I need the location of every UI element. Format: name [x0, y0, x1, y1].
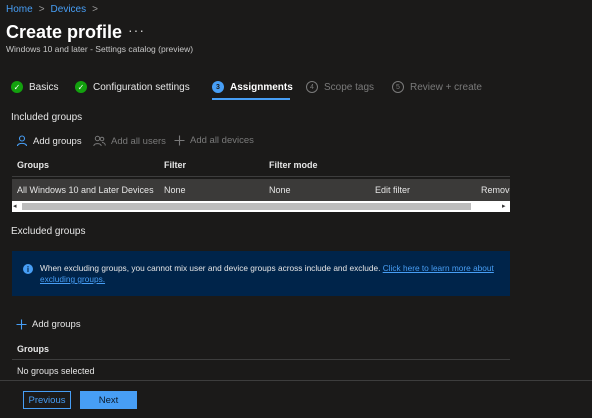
- excluded-groups-heading: Excluded groups: [11, 226, 86, 237]
- step-label: Configuration settings: [93, 81, 190, 93]
- column-header-groups: Groups: [17, 160, 50, 170]
- step-assignments[interactable]: 3 Assignments: [212, 81, 293, 93]
- breadcrumb-separator: >: [38, 4, 45, 15]
- step-number-icon: 5: [392, 81, 404, 93]
- add-groups-button[interactable]: Add groups: [16, 135, 82, 147]
- add-excluded-groups-button[interactable]: Add groups: [16, 319, 81, 330]
- column-header-filter-mode: Filter mode: [269, 160, 318, 170]
- add-all-users-button[interactable]: Add all users: [93, 135, 166, 147]
- scrollbar-thumb[interactable]: [22, 203, 471, 210]
- page-title: Create profile: [6, 22, 123, 42]
- add-all-devices-label: Add all devices: [190, 135, 254, 146]
- group-name-cell: All Windows 10 and Later Devices: [17, 185, 154, 195]
- people-icon: [93, 135, 106, 147]
- step-scope-tags[interactable]: 4 Scope tags: [306, 81, 374, 93]
- step-number-icon: 3: [212, 81, 224, 93]
- next-button[interactable]: Next: [80, 391, 137, 409]
- edit-filter-link[interactable]: Edit filter: [375, 185, 410, 195]
- step-number-icon: 4: [306, 81, 318, 93]
- breadcrumb-devices[interactable]: Devices: [51, 4, 87, 15]
- check-icon: ✓: [75, 81, 87, 93]
- step-label: Review + create: [410, 81, 482, 93]
- add-all-devices-button[interactable]: Add all devices: [174, 135, 254, 146]
- person-icon: [16, 135, 28, 147]
- step-basics[interactable]: ✓ Basics: [11, 81, 58, 93]
- info-message: When excluding groups, you cannot mix us…: [40, 263, 381, 273]
- info-icon: i: [23, 264, 33, 274]
- more-options-button[interactable]: ···: [128, 22, 145, 38]
- scroll-left-icon[interactable]: ◂: [13, 202, 17, 210]
- step-configuration-settings[interactable]: ✓ Configuration settings: [75, 81, 190, 93]
- column-header-filter: Filter: [164, 160, 187, 170]
- page-subtitle: Windows 10 and later - Settings catalog …: [6, 44, 194, 54]
- breadcrumb-separator: >: [92, 4, 98, 15]
- step-label: Scope tags: [324, 81, 375, 93]
- filter-cell: None: [164, 185, 186, 195]
- column-header-groups: Groups: [17, 344, 50, 354]
- table-divider: [12, 176, 510, 177]
- add-groups-label: Add groups: [33, 135, 82, 147]
- step-label: Basics: [29, 81, 59, 93]
- remove-link[interactable]: Remove: [481, 185, 510, 195]
- included-groups-heading: Included groups: [11, 112, 83, 123]
- empty-state-text: No groups selected: [17, 366, 95, 376]
- scroll-right-icon[interactable]: ▸: [502, 202, 506, 210]
- breadcrumb-home[interactable]: Home: [6, 4, 33, 15]
- plus-icon: [16, 319, 27, 330]
- add-all-users-label: Add all users: [111, 135, 166, 147]
- check-icon: ✓: [11, 81, 23, 93]
- add-groups-label: Add groups: [32, 319, 81, 330]
- active-step-indicator: [212, 98, 290, 100]
- info-banner-text: When excluding groups, you cannot mix us…: [40, 263, 500, 285]
- breadcrumb: Home > Devices >: [6, 4, 98, 15]
- step-review-create[interactable]: 5 Review + create: [392, 81, 482, 93]
- filter-mode-cell: None: [269, 185, 291, 195]
- previous-button[interactable]: Previous: [23, 391, 71, 409]
- step-label: Assignments: [230, 81, 293, 93]
- table-divider: [12, 359, 510, 360]
- plus-icon: [174, 135, 185, 146]
